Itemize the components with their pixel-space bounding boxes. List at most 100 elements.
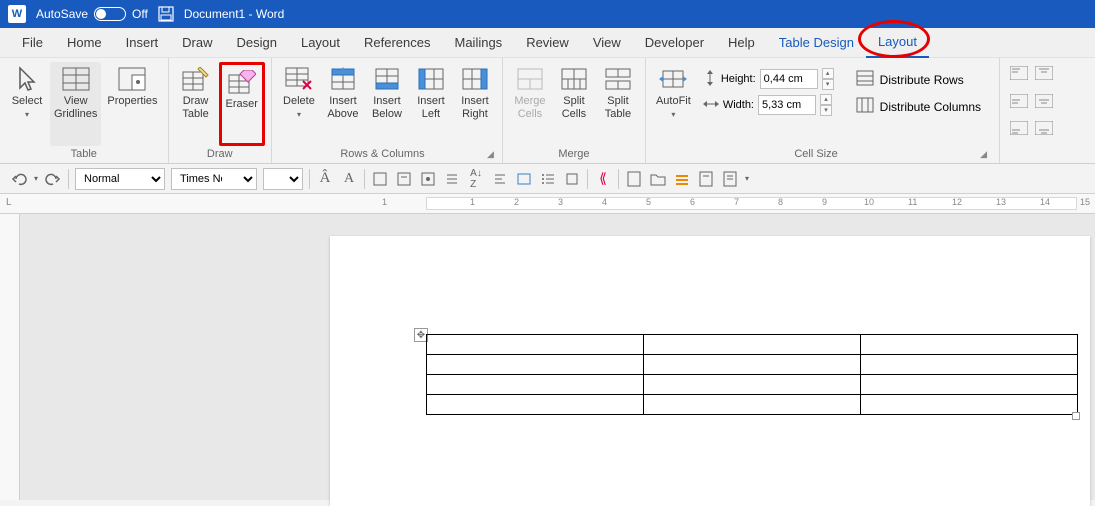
- menu-bar: File Home Insert Draw Design Layout Refe…: [0, 28, 1095, 58]
- align-middle-center-button[interactable]: [1033, 92, 1055, 110]
- font-select[interactable]: Times New R: [171, 168, 257, 190]
- table-resize-handle[interactable]: [1072, 412, 1080, 420]
- bullet-list-icon[interactable]: [539, 170, 557, 188]
- qa-generic-icon[interactable]: [563, 170, 581, 188]
- font-size-select[interactable]: 12: [263, 168, 303, 190]
- insert-left-label: Insert Left: [417, 95, 445, 121]
- dialog-launcher-icon[interactable]: ◢: [980, 149, 989, 160]
- sort-az-icon[interactable]: A↓Z: [467, 170, 485, 188]
- insert-below-label: Insert Below: [372, 95, 402, 121]
- width-input[interactable]: [758, 95, 816, 115]
- undo-button[interactable]: [10, 170, 28, 188]
- distribute-columns-button[interactable]: Distribute Columns: [852, 95, 985, 118]
- split-cells-icon: [560, 65, 588, 93]
- autofit-label: AutoFit: [656, 95, 691, 108]
- separator: [587, 169, 588, 189]
- split-table-button[interactable]: Split Table: [597, 62, 639, 146]
- menu-table-layout[interactable]: Layout: [866, 28, 929, 58]
- distribute-rows-button[interactable]: Distribute Rows: [852, 68, 985, 91]
- qa-generic-icon[interactable]: [697, 170, 715, 188]
- vertical-ruler[interactable]: [0, 214, 20, 500]
- align-bottom-center-button[interactable]: [1033, 119, 1055, 137]
- qa-generic-icon[interactable]: [721, 170, 739, 188]
- insert-above-icon: [329, 65, 357, 93]
- qa-generic-icon[interactable]: [371, 170, 389, 188]
- align-top-left-button[interactable]: [1008, 64, 1030, 82]
- merge-cells-button[interactable]: Merge Cells: [509, 62, 551, 146]
- menu-file[interactable]: File: [10, 28, 55, 58]
- menu-insert[interactable]: Insert: [114, 28, 171, 58]
- menu-developer[interactable]: Developer: [633, 28, 716, 58]
- qa-generic-icon[interactable]: [395, 170, 413, 188]
- table-row[interactable]: [427, 335, 1078, 355]
- insert-left-button[interactable]: Insert Left: [410, 62, 452, 146]
- autofit-button[interactable]: AutoFit ▾: [652, 62, 695, 122]
- delete-icon: [285, 65, 313, 93]
- delete-button[interactable]: Delete ▾: [278, 62, 320, 146]
- width-spinner[interactable]: ▴▾: [820, 94, 832, 116]
- menu-mailings[interactable]: Mailings: [443, 28, 515, 58]
- save-icon[interactable]: [158, 6, 174, 22]
- eraser-button[interactable]: Eraser: [219, 62, 265, 146]
- document-page[interactable]: ✥: [330, 236, 1090, 506]
- autosave-state: Off: [132, 7, 148, 21]
- style-select[interactable]: Normal: [75, 168, 165, 190]
- properties-button[interactable]: Properties: [103, 62, 161, 146]
- font-icon[interactable]: A: [340, 170, 358, 188]
- menu-help[interactable]: Help: [716, 28, 767, 58]
- qa-generic-icon[interactable]: [491, 170, 509, 188]
- align-middle-left-button[interactable]: [1008, 92, 1030, 110]
- split-cells-button[interactable]: Split Cells: [553, 62, 595, 146]
- menu-review[interactable]: Review: [514, 28, 581, 58]
- table-row[interactable]: [427, 355, 1078, 375]
- table-row[interactable]: [427, 395, 1078, 415]
- align-top-center-button[interactable]: [1033, 64, 1055, 82]
- open-folder-icon[interactable]: [649, 170, 667, 188]
- menu-home[interactable]: Home: [55, 28, 114, 58]
- menu-design[interactable]: Design: [225, 28, 289, 58]
- insert-above-button[interactable]: Insert Above: [322, 62, 364, 146]
- table-row[interactable]: [427, 375, 1078, 395]
- qa-generic-icon[interactable]: [443, 170, 461, 188]
- qa-generic-icon[interactable]: [515, 170, 533, 188]
- dialog-launcher-icon[interactable]: ◢: [487, 149, 496, 160]
- qa-generic-icon[interactable]: [673, 170, 691, 188]
- menu-layout[interactable]: Layout: [289, 28, 352, 58]
- menu-draw[interactable]: Draw: [170, 28, 224, 58]
- insert-below-icon: [373, 65, 401, 93]
- cursor-icon: [13, 65, 41, 93]
- qa-generic-icon[interactable]: [419, 170, 437, 188]
- redo-button[interactable]: [44, 170, 62, 188]
- autosave-toggle[interactable]: AutoSave Off: [36, 7, 148, 21]
- align-bottom-left-button[interactable]: [1008, 119, 1030, 137]
- select-button[interactable]: Select ▾: [6, 62, 48, 146]
- ribbon-group-table: Select ▾ View Gridlines Properties Table: [0, 58, 169, 163]
- view-gridlines-button[interactable]: View Gridlines: [50, 62, 101, 146]
- menu-references[interactable]: References: [352, 28, 442, 58]
- qa-generic-icon[interactable]: ⟪: [594, 170, 612, 188]
- draw-group-label: Draw: [175, 146, 265, 163]
- distribute-rows-label: Distribute Rows: [880, 73, 964, 87]
- ruler-corner: L: [6, 197, 12, 208]
- new-document-icon[interactable]: [625, 170, 643, 188]
- menu-view[interactable]: View: [581, 28, 633, 58]
- insert-left-icon: [417, 65, 445, 93]
- ribbon-group-draw: Draw Table Eraser Draw: [169, 58, 272, 163]
- toggle-switch[interactable]: [94, 7, 126, 21]
- insert-right-button[interactable]: Insert Right: [454, 62, 496, 146]
- horizontal-ruler[interactable]: L 1 1 2 3 4 5 6 7 8 9 10 11 12 13 14 15: [0, 194, 1095, 214]
- document-table[interactable]: [426, 334, 1078, 415]
- autofit-icon: [659, 65, 687, 93]
- merge-group-label: Merge: [509, 146, 639, 163]
- increase-font-icon[interactable]: Â: [316, 170, 334, 188]
- menu-table-design[interactable]: Table Design: [767, 28, 866, 58]
- draw-table-button[interactable]: Draw Table: [175, 62, 217, 146]
- ribbon-group-rows-columns: Delete ▾ Insert Above Insert Below Inse: [272, 58, 503, 163]
- height-input[interactable]: [760, 69, 818, 89]
- insert-below-button[interactable]: Insert Below: [366, 62, 408, 146]
- height-row: Height: ▴▾: [703, 68, 834, 90]
- draw-table-label: Draw Table: [182, 95, 208, 121]
- split-table-label: Split Table: [605, 95, 631, 121]
- customize-qa-icon[interactable]: ▾: [745, 174, 749, 183]
- height-spinner[interactable]: ▴▾: [822, 68, 834, 90]
